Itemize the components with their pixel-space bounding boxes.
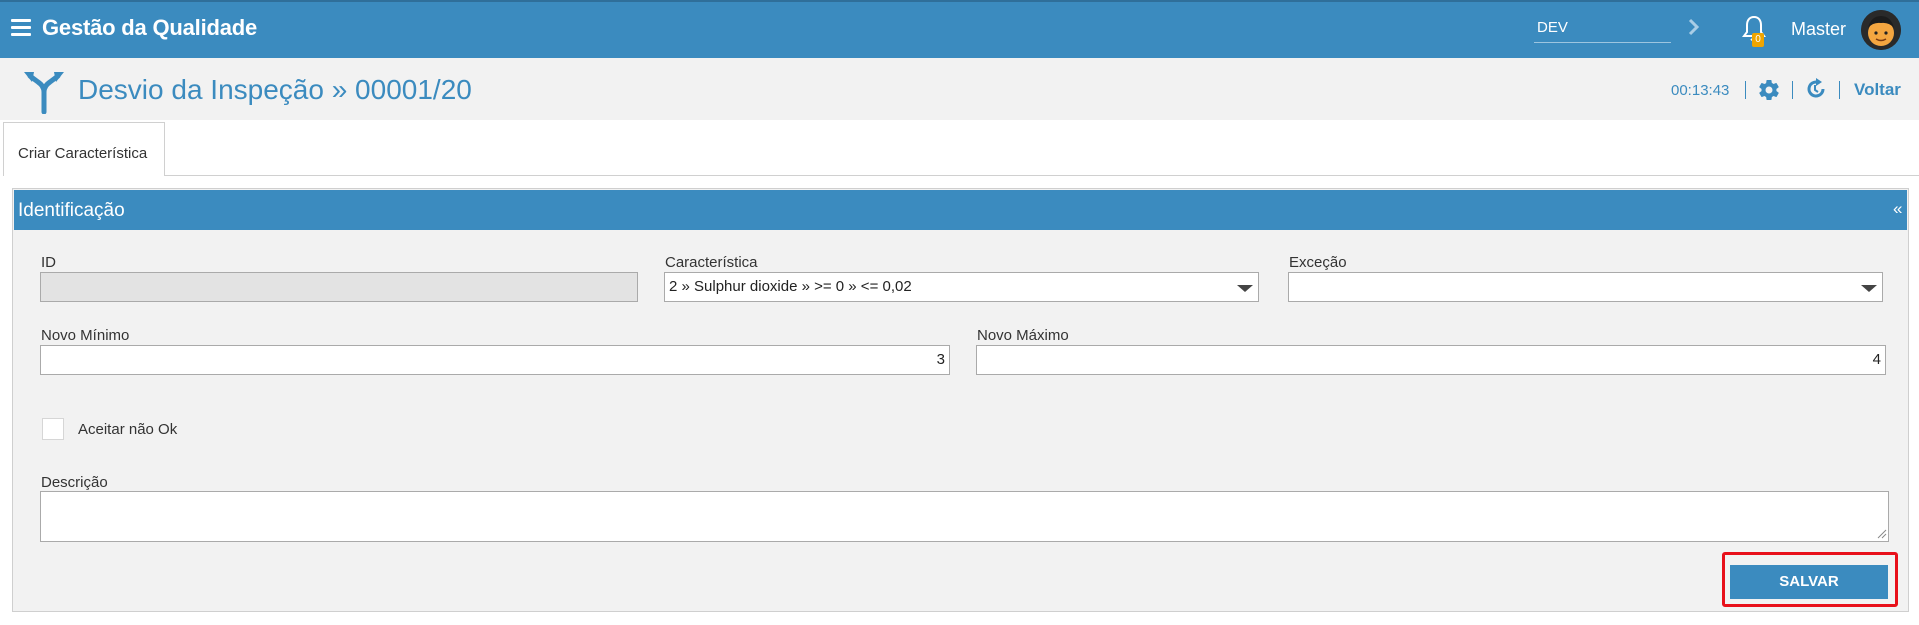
tab-criar-caracteristica[interactable]: Criar Característica xyxy=(3,122,165,176)
page-title: Desvio da Inspeção » 00001/20 xyxy=(78,74,472,105)
divider xyxy=(1745,81,1746,99)
descricao-textarea[interactable] xyxy=(40,491,1889,542)
environment-input[interactable] xyxy=(1534,13,1671,43)
refresh-icon[interactable] xyxy=(1804,77,1828,101)
save-button[interactable]: SALVAR xyxy=(1730,565,1888,599)
aceitar-nao-ok-label: Aceitar não Ok xyxy=(78,421,178,438)
collapse-icon[interactable]: « xyxy=(1893,199,1902,219)
tab-label: Criar Característica xyxy=(18,145,148,162)
excecao-label: Exceção xyxy=(1289,254,1347,271)
app-title: Gestão da Qualidade xyxy=(42,15,258,40)
user-name[interactable]: Master xyxy=(1791,19,1846,40)
resize-grip-icon[interactable] xyxy=(1877,529,1887,539)
divider xyxy=(1792,81,1793,99)
identification-panel xyxy=(12,188,1909,612)
id-field xyxy=(40,272,638,302)
divider xyxy=(1839,81,1840,99)
panel-header xyxy=(14,190,1907,230)
gear-icon[interactable] xyxy=(1757,78,1781,102)
notification-badge: 0 xyxy=(1752,33,1764,47)
novo-maximo-label: Novo Máximo xyxy=(977,327,1069,344)
chevron-right-icon[interactable] xyxy=(1686,15,1702,39)
novo-minimo-input[interactable]: 3 xyxy=(40,345,950,375)
fork-icon xyxy=(24,72,64,114)
menu-icon[interactable] xyxy=(11,19,31,37)
excecao-select[interactable] xyxy=(1288,272,1883,302)
session-timer: 00:13:43 xyxy=(1671,82,1730,99)
novo-minimo-label: Novo Mínimo xyxy=(41,327,130,344)
caracteristica-label: Característica xyxy=(665,254,758,271)
descricao-label: Descrição xyxy=(41,474,108,491)
aceitar-nao-ok-checkbox[interactable] xyxy=(42,418,64,440)
chevron-down-icon xyxy=(1237,285,1253,292)
chevron-down-icon xyxy=(1861,285,1877,292)
panel-title: Identificação xyxy=(18,200,125,221)
back-link[interactable]: Voltar xyxy=(1854,80,1901,100)
tab-divider xyxy=(165,175,1919,176)
id-label: ID xyxy=(41,254,56,271)
avatar[interactable] xyxy=(1861,10,1901,50)
novo-maximo-input[interactable]: 4 xyxy=(976,345,1886,375)
caracteristica-select[interactable]: 2 » Sulphur dioxide » >= 0 » <= 0,02 xyxy=(664,272,1259,302)
